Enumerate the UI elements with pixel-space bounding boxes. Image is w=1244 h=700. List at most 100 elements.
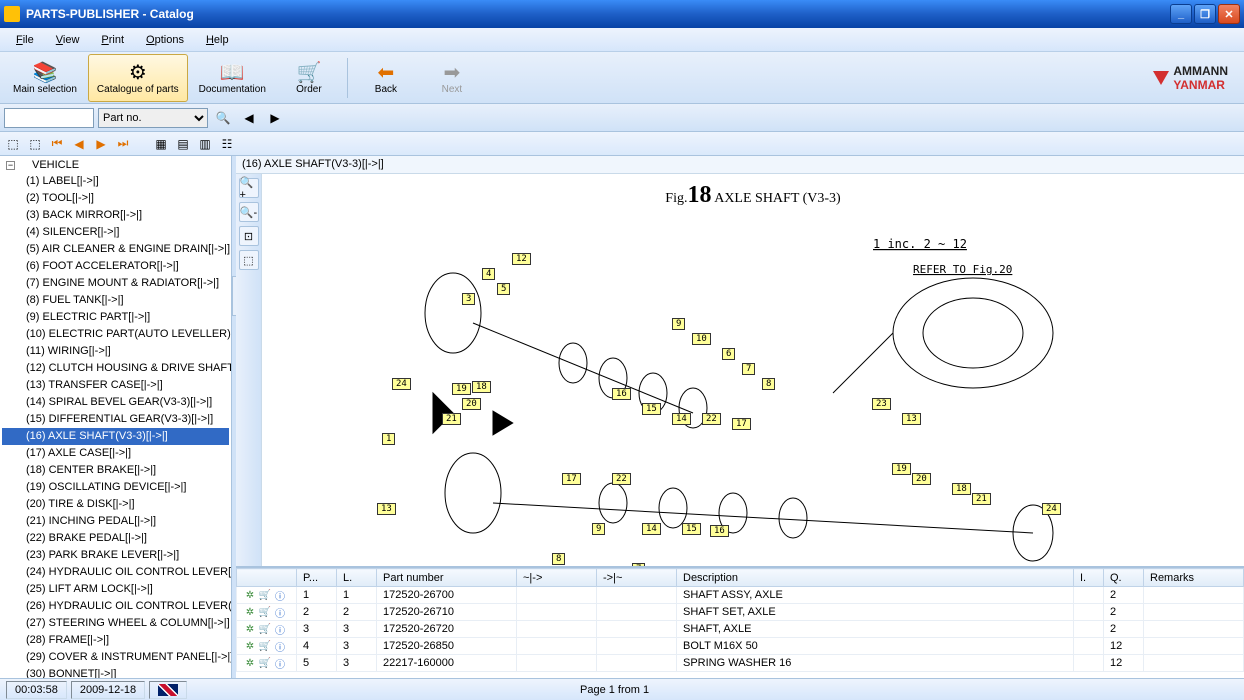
tree-node[interactable]: (24) HYDRAULIC OIL CONTROL LEVER[|-> (2, 564, 229, 581)
close-button[interactable]: ✕ (1218, 4, 1240, 24)
nav-next-icon[interactable]: ▶ (92, 135, 110, 153)
menu-options[interactable]: Options (136, 31, 194, 49)
col-pos[interactable]: P... (297, 569, 337, 587)
search-next-button[interactable]: ▶ (264, 107, 286, 129)
minimize-button[interactable]: _ (1170, 4, 1192, 24)
tree-node[interactable]: (30) BONNET[|->|] (2, 666, 229, 678)
zoom-fit-button[interactable]: ⊡ (239, 226, 259, 246)
tree-node[interactable]: (27) STEERING WHEEL & COLUMN[|->|] (2, 615, 229, 632)
zoom-in-button[interactable]: 🔍+ (239, 178, 259, 198)
tree-node[interactable]: (1) LABEL[|->|] (2, 173, 229, 190)
row-info-icon[interactable]: ⓘ (273, 639, 287, 653)
view-mode2-icon[interactable]: ▤ (174, 135, 192, 153)
view-mode1-icon[interactable]: ▦ (152, 135, 170, 153)
tree-node[interactable]: (26) HYDRAULIC OIL CONTROL LEVER(P.T (2, 598, 229, 615)
parts-table[interactable]: P... L. Part number ~|-> ->|~ Descriptio… (236, 566, 1244, 678)
order-button[interactable]: 🛒 Order (277, 54, 341, 102)
tree-node[interactable]: (22) BRAKE PEDAL[|->|] (2, 530, 229, 547)
row-info-icon[interactable]: ⓘ (273, 656, 287, 670)
menu-help[interactable]: Help (196, 31, 239, 49)
back-button[interactable]: ⬅ Back (354, 54, 418, 102)
row-cart-icon[interactable]: 🛒 (258, 622, 272, 636)
callout-1: 1 (382, 433, 395, 445)
tree-node[interactable]: (12) CLUTCH HOUSING & DRIVE SHAFT[|- (2, 360, 229, 377)
row-gear-icon[interactable]: ✲ (243, 605, 257, 619)
search-prev-button[interactable]: ◀ (238, 107, 260, 129)
nav-expand-icon[interactable]: ⬚ (4, 135, 22, 153)
row-gear-icon[interactable]: ✲ (243, 639, 257, 653)
tree-node[interactable]: (19) OSCILLATING DEVICE[|->|] (2, 479, 229, 496)
menu-file[interactable]: File (6, 31, 44, 49)
row-cart-icon[interactable]: 🛒 (258, 588, 272, 602)
row-info-icon[interactable]: ⓘ (273, 588, 287, 602)
tree-node[interactable]: (4) SILENCER[|->|] (2, 224, 229, 241)
separator (347, 58, 348, 98)
tree-node[interactable]: (17) AXLE CASE[|->|] (2, 445, 229, 462)
nav-prev-icon[interactable]: ◀ (70, 135, 88, 153)
tree-node[interactable]: (28) FRAME[|->|] (2, 632, 229, 649)
catalogue-button[interactable]: ⚙ Catalogue of parts (88, 54, 188, 102)
view-mode4-icon[interactable]: ☷ (218, 135, 236, 153)
row-cart-icon[interactable]: 🛒 (258, 639, 272, 653)
col-from[interactable]: ~|-> (517, 569, 597, 587)
tree-node[interactable]: (16) AXLE SHAFT(V3-3)[|->|] (2, 428, 229, 445)
tree-panel[interactable]: −VEHICLE (1) LABEL[|->|](2) TOOL[|->|](3… (0, 156, 232, 678)
nav-last-icon[interactable]: ⏭ (114, 135, 132, 153)
tree-node[interactable]: (21) INCHING PEDAL[|->|] (2, 513, 229, 530)
diagram-viewer[interactable]: Fig.18 AXLE SHAFT (V3-3) (262, 174, 1244, 566)
row-info-icon[interactable]: ⓘ (273, 605, 287, 619)
tree-collapse-icon[interactable]: − (6, 161, 15, 170)
tree-node[interactable]: (29) COVER & INSTRUMENT PANEL[|->|] (2, 649, 229, 666)
menu-view[interactable]: View (46, 31, 90, 49)
row-cart-icon[interactable]: 🛒 (258, 605, 272, 619)
tree-node[interactable]: (3) BACK MIRROR[|->|] (2, 207, 229, 224)
col-to[interactable]: ->|~ (597, 569, 677, 587)
documentation-button[interactable]: 📖 Documentation (190, 54, 275, 102)
col-qty[interactable]: Q. (1104, 569, 1144, 587)
table-row[interactable]: ✲ 🛒 ⓘ 43172520-26850BOLT M16X 5012 (237, 638, 1244, 655)
row-gear-icon[interactable]: ✲ (243, 656, 257, 670)
main-selection-button[interactable]: 📚 Main selection (4, 54, 86, 102)
callout-5: 5 (497, 283, 510, 295)
col-i[interactable]: I. (1074, 569, 1104, 587)
table-row[interactable]: ✲ 🛒 ⓘ 5322217-160000SPRING WASHER 1612 (237, 655, 1244, 672)
tree-node[interactable]: (14) SPIRAL BEVEL GEAR(V3-3)[|->|] (2, 394, 229, 411)
col-remarks[interactable]: Remarks (1144, 569, 1244, 587)
tree-node[interactable]: (10) ELECTRIC PART(AUTO LEVELLER)[|-> (2, 326, 229, 343)
maximize-button[interactable]: ❐ (1194, 4, 1216, 24)
tree-node[interactable]: (8) FUEL TANK[|->|] (2, 292, 229, 309)
col-desc[interactable]: Description (677, 569, 1074, 587)
tree-node[interactable]: (11) WIRING[|->|] (2, 343, 229, 360)
col-level[interactable]: L. (337, 569, 377, 587)
nav-first-icon[interactable]: ⏮ (48, 135, 66, 153)
tree-node[interactable]: (5) AIR CLEANER & ENGINE DRAIN[|->|] (2, 241, 229, 258)
row-info-icon[interactable]: ⓘ (273, 622, 287, 636)
tree-node[interactable]: (15) DIFFERENTIAL GEAR(V3-3)[|->|] (2, 411, 229, 428)
tree-node[interactable]: (6) FOOT ACCELERATOR[|->|] (2, 258, 229, 275)
tree-node[interactable]: (25) LIFT ARM LOCK[|->|] (2, 581, 229, 598)
col-partno[interactable]: Part number (377, 569, 517, 587)
table-row[interactable]: ✲ 🛒 ⓘ 33172520-26720SHAFT, AXLE2 (237, 621, 1244, 638)
search-field-select[interactable]: Part no. (98, 108, 208, 128)
nav-collapse-icon[interactable]: ⬚ (26, 135, 44, 153)
tree-node[interactable]: (2) TOOL[|->|] (2, 190, 229, 207)
tree-root[interactable]: VEHICLE (18, 159, 79, 171)
table-row[interactable]: ✲ 🛒 ⓘ 22172520-26710SHAFT SET, AXLE2 (237, 604, 1244, 621)
menu-print[interactable]: Print (91, 31, 134, 49)
row-gear-icon[interactable]: ✲ (243, 588, 257, 602)
tree-node[interactable]: (18) CENTER BRAKE[|->|] (2, 462, 229, 479)
search-go-button[interactable]: 🔍 (212, 107, 234, 129)
zoom-region-button[interactable]: ⬚ (239, 250, 259, 270)
tree-node[interactable]: (7) ENGINE MOUNT & RADIATOR[|->|] (2, 275, 229, 292)
search-input[interactable] (4, 108, 94, 128)
zoom-out-button[interactable]: 🔍- (239, 202, 259, 222)
tree-node[interactable]: (9) ELECTRIC PART[|->|] (2, 309, 229, 326)
table-row[interactable]: ✲ 🛒 ⓘ 11172520-26700SHAFT ASSY, AXLE2 (237, 587, 1244, 604)
row-gear-icon[interactable]: ✲ (243, 622, 257, 636)
tree-node[interactable]: (20) TIRE & DISK[|->|] (2, 496, 229, 513)
tree-node[interactable]: (23) PARK BRAKE LEVER[|->|] (2, 547, 229, 564)
tree-node[interactable]: (13) TRANSFER CASE[|->|] (2, 377, 229, 394)
row-cart-icon[interactable]: 🛒 (258, 656, 272, 670)
view-mode3-icon[interactable]: ▥ (196, 135, 214, 153)
status-language[interactable] (149, 681, 187, 699)
